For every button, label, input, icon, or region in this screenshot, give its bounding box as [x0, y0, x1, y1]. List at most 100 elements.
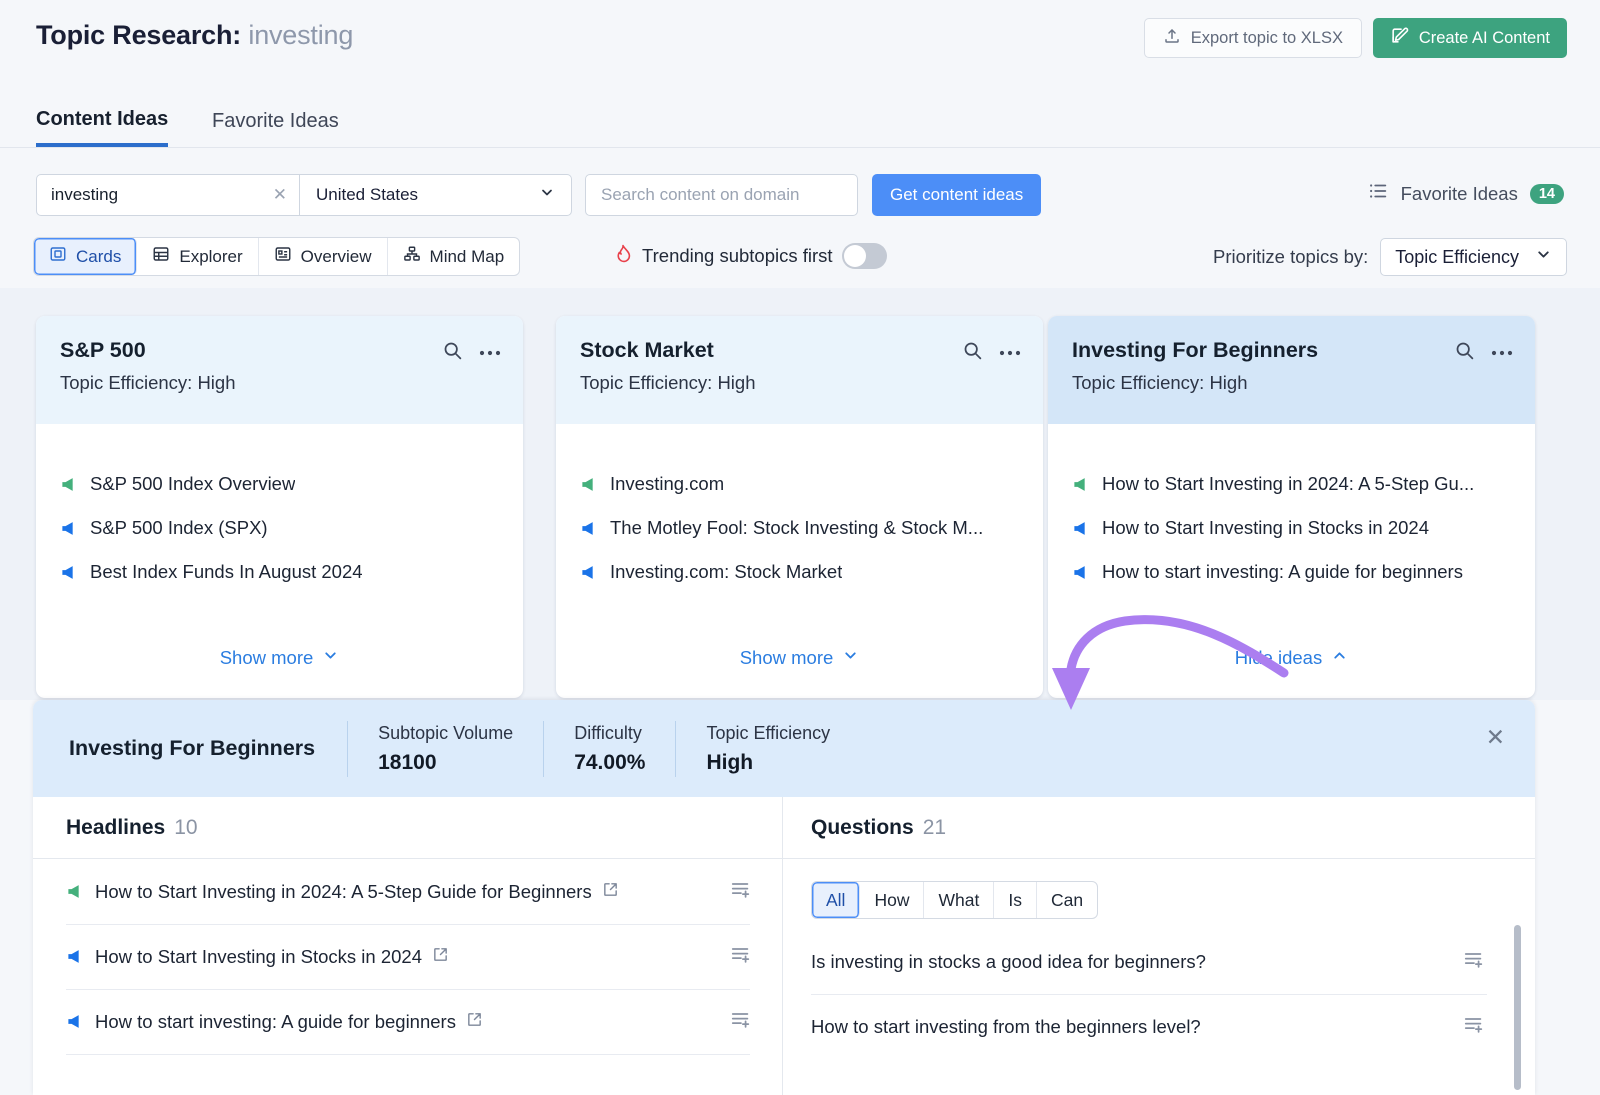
topic-cards-area: S&P 500 Topic Efficiency: High S&P 500 I…: [0, 288, 1600, 700]
topic-card-actions: [962, 340, 1021, 366]
questions-scrollbar[interactable]: [1514, 925, 1521, 1090]
export-topic-button[interactable]: Export topic to XLSX: [1144, 18, 1362, 58]
questions-title: Questions: [811, 816, 914, 840]
table-row[interactable]: How to start investing: A guide for begi…: [33, 989, 782, 1054]
headlines-title: Headlines: [66, 816, 165, 840]
trending-subtopics-label: Trending subtopics first: [642, 245, 833, 267]
external-link-icon[interactable]: [602, 881, 619, 903]
list-item-label: Best Index Funds In August 2024: [90, 561, 363, 583]
add-to-list-icon[interactable]: [1463, 948, 1485, 975]
list-item-label: How to Start Investing in Stocks in 2024: [1102, 517, 1429, 539]
favorite-ideas-label: Favorite Ideas: [1401, 183, 1518, 205]
subtopic-detail-columns: Headlines 10 How to Start Investing in 2…: [33, 797, 1535, 1095]
question-filter-is[interactable]: Is: [994, 882, 1037, 918]
prioritize-select-value: Topic Efficiency: [1395, 247, 1519, 268]
more-horizontal-icon[interactable]: [1491, 344, 1513, 362]
list-item[interactable]: S&P 500 Index (SPX): [60, 506, 499, 550]
question-filter-label: How: [874, 890, 909, 911]
add-to-list-icon[interactable]: [730, 878, 752, 905]
list-item[interactable]: How to Start Investing in 2024: A 5-Step…: [1072, 462, 1511, 506]
page-title-keyword: investing: [248, 20, 353, 50]
chevron-down-icon: [842, 647, 859, 669]
hide-ideas-button[interactable]: Hide ideas: [1048, 647, 1535, 669]
create-ai-content-button[interactable]: Create AI Content: [1373, 18, 1567, 58]
megaphone-icon: [580, 519, 599, 538]
subtopic-title: Investing For Beginners: [33, 736, 347, 761]
question-label: How to start investing from the beginner…: [811, 1016, 1201, 1038]
list-item-label: The Motley Fool: Stock Investing & Stock…: [610, 517, 983, 539]
search-icon[interactable]: [962, 340, 983, 366]
close-icon[interactable]: ✕: [1486, 726, 1505, 749]
headlines-header: Headlines 10: [33, 797, 782, 859]
show-more-button[interactable]: Show more: [556, 647, 1043, 669]
view-cards[interactable]: Cards: [34, 238, 137, 275]
more-horizontal-icon[interactable]: [999, 344, 1021, 362]
subtopic-detail-panel: Investing For Beginners Subtopic Volume …: [33, 700, 1535, 1095]
external-link-icon[interactable]: [432, 946, 449, 968]
table-icon: [152, 245, 170, 268]
list-item[interactable]: Investing.com: Stock Market: [580, 550, 1019, 594]
megaphone-icon: [60, 563, 79, 582]
keyword-input[interactable]: investing ✕: [37, 175, 299, 215]
topic-card-body: How to Start Investing in 2024: A 5-Step…: [1048, 424, 1535, 698]
keyword-input-value: investing: [51, 185, 118, 205]
favorite-ideas-count-badge: 14: [1530, 184, 1564, 204]
favorite-ideas-link[interactable]: Favorite Ideas 14: [1367, 180, 1564, 207]
headline-text-wrap: How to Start Investing in Stocks in 2024: [66, 946, 449, 968]
view-overview-label: Overview: [301, 247, 372, 267]
tab-content-ideas[interactable]: Content Ideas: [36, 96, 168, 147]
list-item[interactable]: Investing.com: [580, 462, 1019, 506]
topic-card-investing-for-beginners[interactable]: Investing For Beginners Topic Efficiency…: [1048, 316, 1535, 698]
keyword-country-group: investing ✕ United States: [36, 174, 572, 216]
external-link-icon[interactable]: [466, 1011, 483, 1033]
more-horizontal-icon[interactable]: [479, 344, 501, 362]
get-content-ideas-button[interactable]: Get content ideas: [872, 174, 1041, 216]
table-row[interactable]: Is investing in stocks a good idea for b…: [783, 929, 1535, 994]
show-more-button[interactable]: Show more: [36, 647, 523, 669]
cards-icon: [49, 245, 67, 268]
topic-card-stock-market[interactable]: Stock Market Topic Efficiency: High Inve…: [556, 316, 1043, 698]
table-row[interactable]: How to Start Investing in 2024: A 5-Step…: [33, 859, 782, 924]
add-to-list-icon[interactable]: [730, 1008, 752, 1035]
question-filter-label: What: [938, 890, 979, 911]
megaphone-icon: [66, 947, 85, 966]
view-cards-label: Cards: [76, 247, 121, 267]
list-item-label: S&P 500 Index Overview: [90, 473, 295, 495]
view-explorer-label: Explorer: [179, 247, 242, 267]
list-icon: [1367, 180, 1389, 207]
view-explorer[interactable]: Explorer: [137, 238, 258, 275]
country-select[interactable]: United States: [300, 175, 571, 215]
search-domain-input[interactable]: Search content on domain: [585, 174, 858, 216]
prioritize-select[interactable]: Topic Efficiency: [1380, 238, 1567, 276]
topic-card-body: Investing.com The Motley Fool: Stock Inv…: [556, 424, 1043, 698]
question-filter-label: Can: [1051, 890, 1083, 911]
tab-favorite-ideas[interactable]: Favorite Ideas: [212, 96, 339, 147]
table-row[interactable]: How to Start Investing in Stocks in 2024: [33, 924, 782, 989]
list-item[interactable]: How to Start Investing in Stocks in 2024: [1072, 506, 1511, 550]
question-filter-all[interactable]: All: [812, 882, 860, 918]
add-to-list-icon[interactable]: [1463, 1013, 1485, 1040]
prioritize-group: Prioritize topics by: Topic Efficiency: [1213, 238, 1567, 276]
close-icon[interactable]: ✕: [273, 185, 287, 205]
view-overview[interactable]: Overview: [259, 238, 388, 275]
list-item[interactable]: S&P 500 Index Overview: [60, 462, 499, 506]
headlines-count: 10: [174, 816, 197, 840]
upload-icon: [1163, 27, 1181, 50]
list-item[interactable]: Best Index Funds In August 2024: [60, 550, 499, 594]
headline-label: How to start investing: A guide for begi…: [95, 1011, 456, 1033]
topic-card-sp500[interactable]: S&P 500 Topic Efficiency: High S&P 500 I…: [36, 316, 523, 698]
search-icon[interactable]: [1454, 340, 1475, 366]
chevron-down-icon: [1535, 246, 1552, 268]
trending-subtopics-toggle[interactable]: [842, 243, 887, 269]
question-filter-can[interactable]: Can: [1037, 882, 1097, 918]
table-row[interactable]: How to start investing from the beginner…: [783, 994, 1535, 1059]
headline-text-wrap: How to Start Investing in 2024: A 5-Step…: [66, 881, 619, 903]
list-item[interactable]: The Motley Fool: Stock Investing & Stock…: [580, 506, 1019, 550]
question-filter-what[interactable]: What: [924, 882, 994, 918]
question-filter-how[interactable]: How: [860, 882, 924, 918]
view-mind-map[interactable]: Mind Map: [388, 238, 520, 275]
add-to-list-icon[interactable]: [730, 943, 752, 970]
search-icon[interactable]: [442, 340, 463, 366]
list-item[interactable]: How to start investing: A guide for begi…: [1072, 550, 1511, 594]
topic-card-header: Stock Market Topic Efficiency: High: [556, 316, 1043, 424]
